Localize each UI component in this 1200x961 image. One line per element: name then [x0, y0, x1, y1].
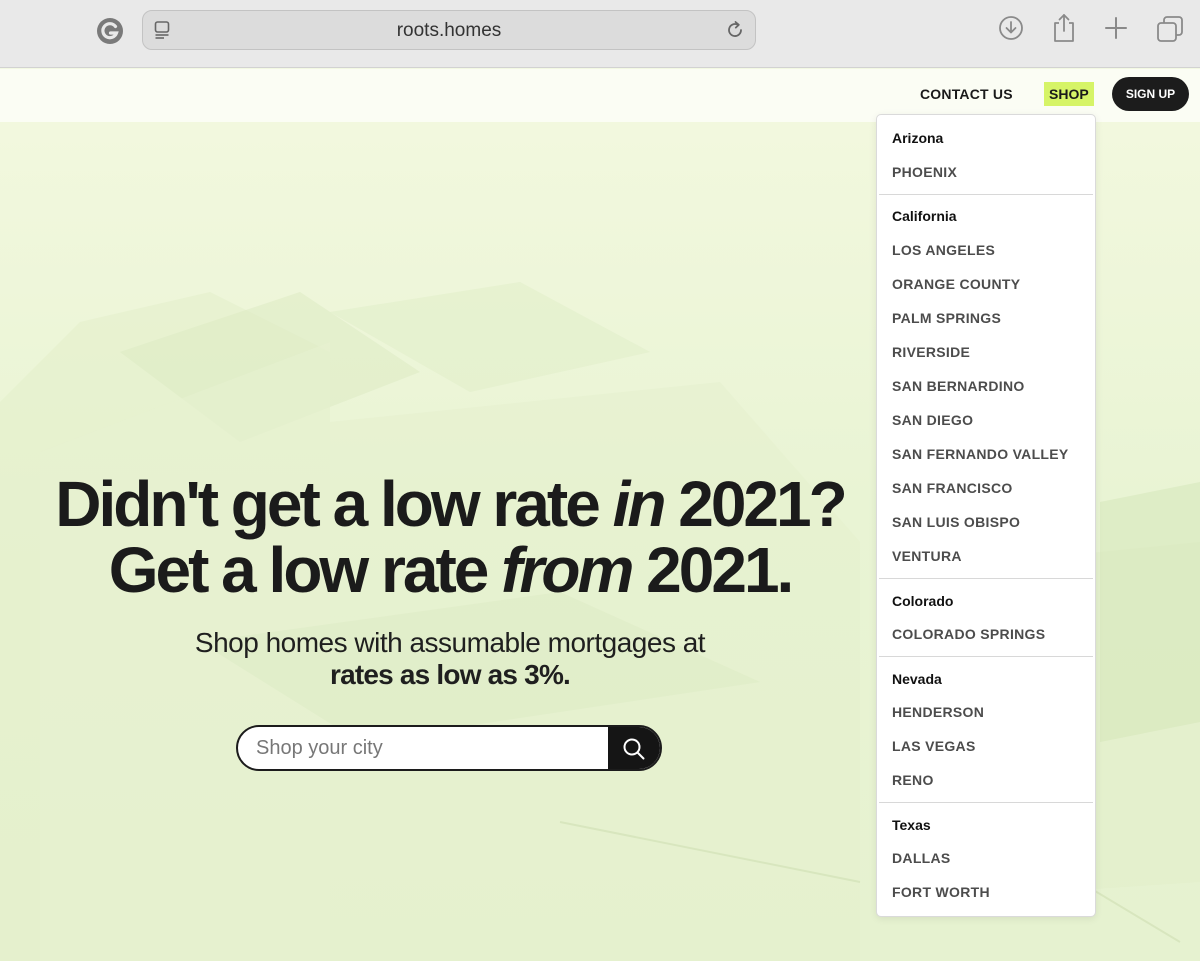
city-search [236, 725, 662, 771]
sign-up-button[interactable]: SIGN UP [1112, 77, 1189, 111]
hero-subtitle: Shop homes with assumable mortgages at [194, 627, 706, 658]
headline-emphasis: from [501, 534, 634, 606]
city-link-dallas[interactable]: DALLAS [892, 850, 951, 866]
headline-text: Get a low rate [108, 534, 502, 606]
url-text[interactable]: roots.homes [143, 20, 755, 42]
city-link-fort-worth[interactable]: FORT WORTH [892, 884, 990, 900]
tabs-icon[interactable] [1156, 15, 1184, 48]
city-link-las-vegas[interactable]: LAS VEGAS [892, 738, 976, 754]
city-link-ventura[interactable]: VENTURA [892, 548, 962, 564]
hero-headline-line2: Get a low rate from 2021. [0, 537, 900, 603]
city-link-san-luis-obispo[interactable]: SAN LUIS OBISPO [892, 514, 1020, 530]
menu-divider [879, 656, 1093, 657]
headline-text: 2021? [663, 468, 847, 540]
menu-divider [879, 578, 1093, 579]
city-link-reno[interactable]: RENO [892, 772, 934, 788]
hero-subtitle-bold: rates as low as 3%. [329, 659, 571, 690]
headline-emphasis: in [612, 468, 667, 540]
city-link-henderson[interactable]: HENDERSON [892, 704, 984, 720]
city-link-colorado-springs[interactable]: COLORADO SPRINGS [892, 626, 1045, 642]
plus-icon[interactable] [1104, 16, 1128, 45]
state-heading-texas: Texas [892, 817, 931, 833]
state-heading-california: California [892, 208, 957, 224]
city-link-riverside[interactable]: RIVERSIDE [892, 344, 970, 360]
shop-link[interactable]: SHOP [1044, 82, 1094, 106]
city-link-los-angeles[interactable]: LOS ANGELES [892, 242, 995, 258]
browser-toolbar: roots.homes [0, 0, 1200, 68]
city-link-san-bernardino[interactable]: SAN BERNARDINO [892, 378, 1025, 394]
city-link-san-francisco[interactable]: SAN FRANCISCO [892, 480, 1013, 496]
menu-divider [879, 802, 1093, 803]
state-heading-nevada: Nevada [892, 671, 942, 687]
city-link-san-diego[interactable]: SAN DIEGO [892, 412, 973, 428]
search-icon [623, 738, 645, 760]
city-link-san-fernando-valley[interactable]: SAN FERNANDO VALLEY [892, 446, 1069, 462]
city-link-phoenix[interactable]: PHOENIX [892, 164, 957, 180]
city-link-orange-county[interactable]: ORANGE COUNTY [892, 276, 1020, 292]
city-search-input[interactable] [238, 727, 610, 769]
search-button[interactable] [608, 727, 660, 769]
headline-text: 2021. [631, 534, 794, 606]
share-icon[interactable] [1051, 12, 1077, 49]
hero-headline-line1: Didn't get a low rate in 2021? [0, 471, 900, 537]
reload-icon[interactable] [725, 20, 745, 45]
shop-dropdown-menu: Arizona PHOENIX California LOS ANGELES O… [876, 114, 1096, 917]
download-icon[interactable] [998, 14, 1024, 47]
state-heading-arizona: Arizona [892, 130, 944, 146]
contact-us-link[interactable]: CONTACT US [920, 86, 1013, 102]
city-link-palm-springs[interactable]: PALM SPRINGS [892, 310, 1001, 326]
web-page: CONTACT US SHOP SIGN UP Didn't get a low… [0, 69, 1200, 961]
headline-text: Didn't get a low rate [55, 468, 613, 540]
grammarly-icon[interactable] [95, 16, 125, 46]
address-bar[interactable]: roots.homes [142, 10, 756, 50]
state-heading-colorado: Colorado [892, 593, 954, 609]
menu-divider [879, 194, 1093, 195]
